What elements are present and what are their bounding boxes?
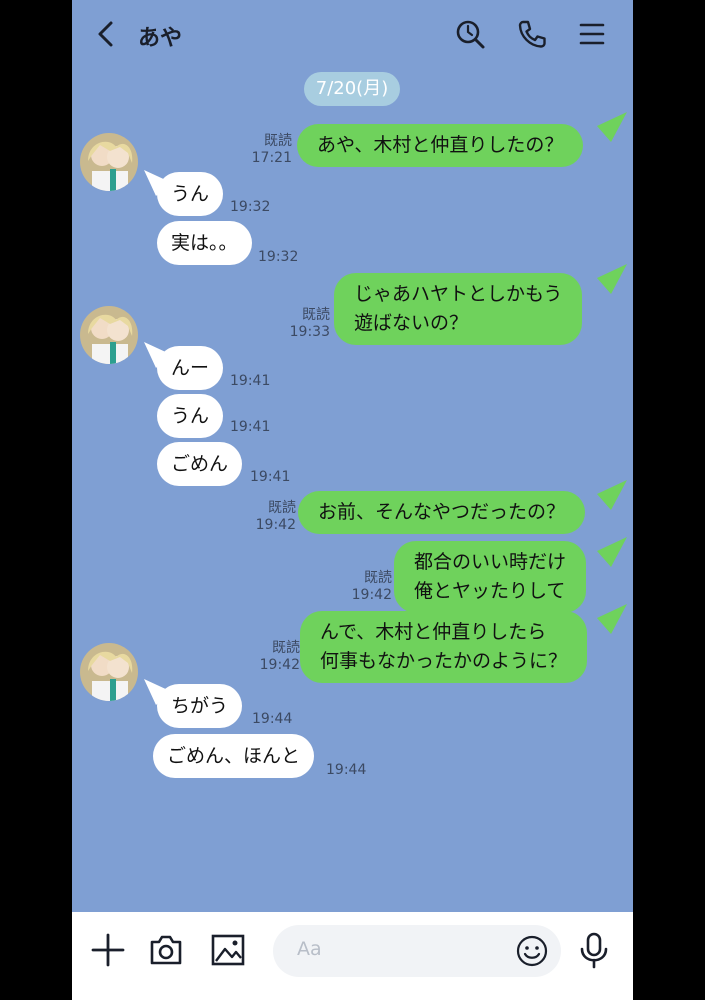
sent-message-bubble[interactable]: お前、そんなやつだったの？ [298, 491, 586, 534]
message-text: ちがう [171, 695, 229, 717]
sent-message-bubble[interactable]: んで、木村と仲直りしたら 何事もなかったかのように？ [300, 611, 588, 683]
received-message-bubble[interactable]: 実は。。 [157, 221, 252, 265]
message-text: 何事もなかったかのように？ [320, 650, 568, 672]
message-text: うん [171, 183, 210, 205]
message-time: 19:32 [230, 199, 271, 215]
message-input-placeholder: Aa [297, 938, 322, 960]
received-message-bubble[interactable]: んー [157, 346, 224, 390]
bubble-tail [597, 480, 627, 510]
message-time: 19:41 [230, 419, 271, 435]
menu-icon[interactable] [574, 16, 610, 52]
message-time: 19:42 [255, 517, 296, 533]
read-receipt: 既読 [364, 570, 392, 586]
sent-message-bubble[interactable]: 都合のいい時だけ 俺とヤッたりして [394, 541, 587, 613]
message-time: 19:41 [230, 373, 271, 389]
message-time: 19:41 [250, 469, 291, 485]
message-time: 19:42 [351, 587, 392, 603]
message-text: んー [171, 357, 210, 379]
chat-screen: あや 7/20(月) 既読 17:21 あや、木村と仲直りしたの？ うん 19:… [72, 0, 633, 1000]
received-message-bubble[interactable]: ごめん、ほんと [153, 734, 315, 778]
message-text: 遊ばないの？ [354, 312, 469, 334]
image-icon[interactable] [208, 930, 248, 970]
read-receipt: 既読 [268, 500, 296, 516]
received-message-bubble[interactable]: うん [157, 394, 224, 438]
read-receipt: 既読 [272, 640, 300, 656]
emoji-icon[interactable] [515, 934, 549, 968]
bubble-tail [597, 604, 627, 634]
camera-icon[interactable] [146, 930, 186, 970]
message-text: ごめん [171, 453, 229, 475]
message-text: 都合のいい時だけ [414, 551, 567, 573]
search-icon[interactable] [452, 16, 488, 52]
read-receipt: 既読 [302, 307, 330, 323]
message-text: あや、木村と仲直りしたの？ [317, 134, 564, 156]
message-time: 19:44 [252, 711, 293, 727]
message-time: 19:44 [326, 762, 367, 778]
contact-avatar[interactable] [80, 643, 138, 701]
date-separator: 7/20(月) [304, 72, 400, 106]
message-time: 19:33 [289, 324, 330, 340]
microphone-icon[interactable] [574, 930, 614, 970]
bubble-tail [597, 112, 627, 142]
bubble-tail [597, 537, 627, 567]
message-input[interactable]: Aa [273, 925, 561, 977]
contact-avatar[interactable] [80, 133, 138, 191]
received-message-bubble[interactable]: ごめん [157, 442, 243, 486]
received-message-bubble[interactable]: ちがう [157, 684, 243, 728]
read-receipt: 既読 [264, 133, 292, 149]
phone-icon[interactable] [514, 16, 550, 52]
message-meta: 既読 19:42 [260, 640, 300, 674]
chat-header: あや [72, 0, 633, 70]
contact-avatar[interactable] [80, 306, 138, 364]
message-meta: 既読 19:42 [352, 570, 392, 604]
message-meta: 既読 19:33 [290, 307, 330, 341]
message-time: 17:21 [251, 150, 292, 166]
message-time: 19:42 [259, 657, 300, 673]
bubble-tail [597, 264, 627, 294]
plus-icon[interactable] [88, 930, 128, 970]
back-icon[interactable] [88, 16, 124, 52]
message-text: 実は。。 [171, 232, 238, 254]
message-text: うん [171, 405, 210, 427]
message-text: んで、木村と仲直りしたら [320, 621, 547, 643]
sent-message-bubble[interactable]: じゃあハヤトとしかもう 遊ばないの？ [334, 273, 583, 345]
message-text: ごめん、ほんと [167, 745, 301, 767]
message-meta: 既読 17:21 [252, 133, 292, 167]
received-message-bubble[interactable]: うん [157, 172, 224, 216]
sent-message-bubble[interactable]: あや、木村と仲直りしたの？ [297, 124, 584, 167]
message-text: じゃあハヤトとしかもう [354, 283, 563, 305]
message-composer: Aa [72, 912, 633, 1000]
message-meta: 既読 19:42 [256, 500, 296, 534]
message-text: 俺とヤッたりして [414, 580, 566, 602]
chat-title: あや [138, 26, 183, 51]
message-text: お前、そんなやつだったの？ [318, 501, 566, 523]
message-time: 19:32 [258, 249, 299, 265]
